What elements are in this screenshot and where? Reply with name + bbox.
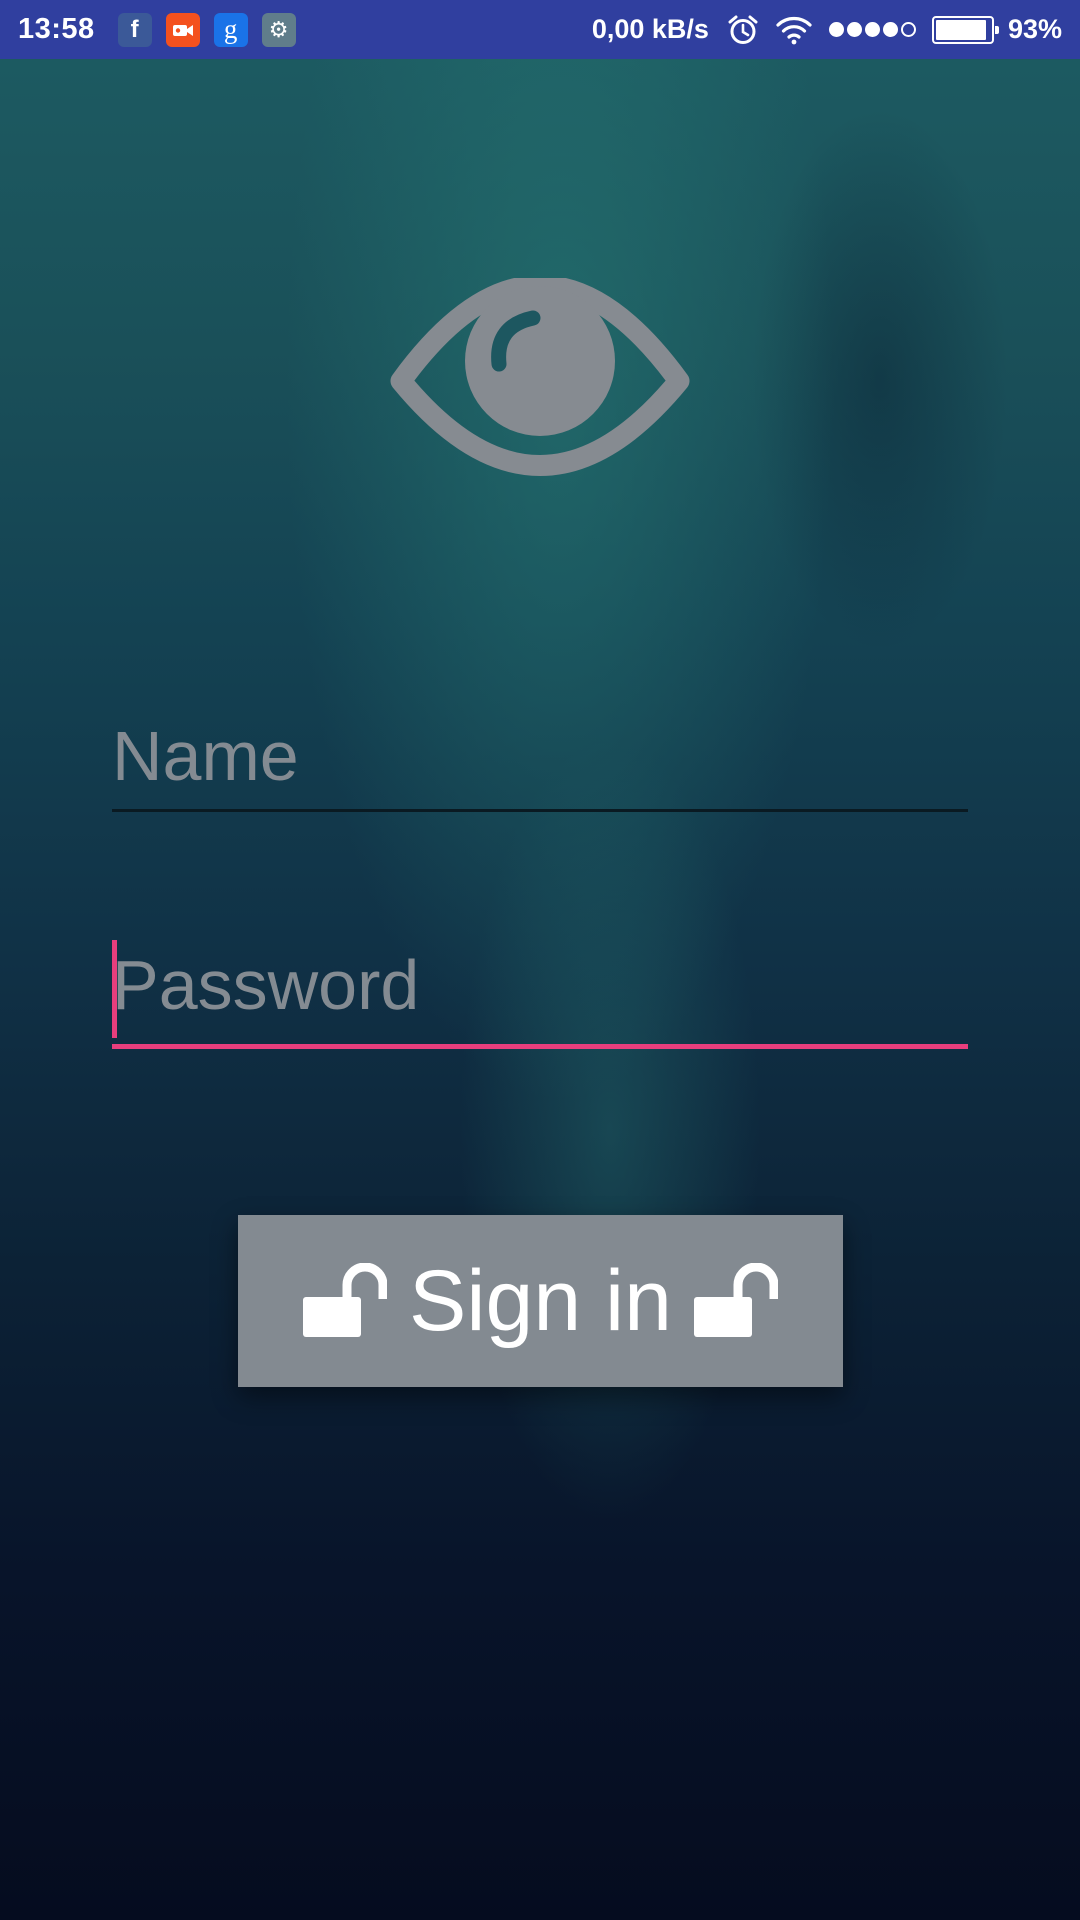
- screen-recorder-icon: [165, 12, 200, 47]
- password-input[interactable]: [112, 940, 968, 1030]
- wifi-icon: [775, 15, 813, 45]
- eye-icon: [387, 275, 693, 478]
- unlocked-padlock-icon: [303, 1263, 388, 1337]
- signal-dot: [864, 22, 880, 37]
- status-right: 0,00 kB/s 93%: [592, 14, 1062, 46]
- sign-in-label: Sign in: [409, 1253, 672, 1349]
- alarm-icon: [727, 14, 759, 46]
- status-bar: 13:58 f g ⚙ 0,00 kB/s 93%: [0, 0, 1080, 59]
- facebook-icon: f: [117, 12, 152, 47]
- signal-dot: [828, 22, 844, 37]
- battery-fill: [935, 19, 987, 40]
- text-cursor: [112, 940, 117, 1038]
- status-time: 13:58: [18, 13, 95, 45]
- battery-icon: [931, 15, 999, 44]
- name-underline: [112, 809, 968, 812]
- signal-dot: [882, 22, 898, 37]
- name-input[interactable]: [112, 711, 968, 801]
- google-icon: g: [213, 12, 248, 47]
- signal-strength-icon: [828, 22, 916, 37]
- battery-percent: 93%: [1007, 14, 1062, 44]
- unlocked-padlock-icon: [693, 1263, 778, 1337]
- name-field-container: [112, 711, 968, 812]
- sign-in-button[interactable]: Sign in: [238, 1215, 843, 1387]
- signal-dot: [900, 22, 916, 37]
- network-speed: 0,00 kB/s: [591, 14, 709, 44]
- password-underline: [112, 1044, 968, 1049]
- password-field-container: [112, 940, 968, 1049]
- settings-icon: ⚙: [261, 12, 296, 47]
- signal-dot: [846, 22, 862, 37]
